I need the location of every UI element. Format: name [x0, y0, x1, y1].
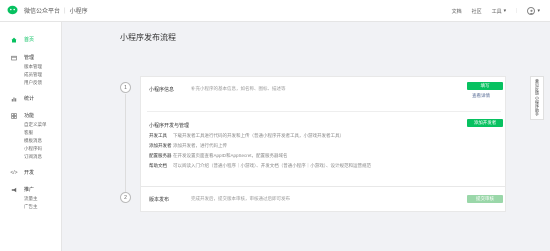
- dev-row-key: 开发工具: [149, 133, 167, 138]
- top-bar: 微信公众平台 | 小程序 文档 社区 工具 ▾ | ▾: [0, 0, 550, 22]
- step-connector: [125, 94, 126, 194]
- user-menu[interactable]: ▾: [527, 7, 540, 15]
- dev-row-key: 配置服务器: [149, 153, 172, 158]
- dev-row-value[interactable]: 可以阅读入门介绍（普通小程序｜小游戏）、开发文档（普通小程序｜小游戏）、设计规范…: [173, 163, 371, 169]
- promotion-icon: [10, 187, 18, 193]
- nav-tools-label: 工具: [491, 8, 502, 15]
- float-help-panel[interactable]: 意见反馈 小程序助手: [530, 76, 544, 120]
- sidebar-item-management[interactable]: 管理: [0, 52, 61, 63]
- fill-info-button[interactable]: 填写: [467, 82, 503, 90]
- nav-community[interactable]: 社区: [472, 8, 482, 15]
- main-content: 小程序发布流程 1 2 小程序信息 补充小程序的基本信息，如名称、图标、描述等 …: [98, 22, 528, 251]
- sidebar-subitem-publisher[interactable]: 流量主: [0, 195, 61, 203]
- sidebar-item-label: 统计: [24, 96, 35, 102]
- avatar-icon: [527, 7, 536, 15]
- brand-separator: |: [64, 7, 66, 14]
- view-details-link[interactable]: 查看详情: [472, 93, 490, 99]
- sidebar-subitem-feedback[interactable]: 用户反馈: [0, 79, 61, 87]
- sidebar-item-home[interactable]: 首页: [0, 34, 61, 45]
- stats-icon: [10, 96, 18, 102]
- dev-row-value[interactable]: 下载开发者工具进行代码的开发和上传（普通小程序开发者工具，小游戏开发者工具）: [173, 133, 344, 139]
- sidebar-subitem-template[interactable]: 模板消息: [0, 137, 61, 145]
- sidebar-item-label: 推广: [24, 187, 35, 193]
- chevron-down-icon: ▾: [503, 8, 507, 14]
- sidebar-item-develop[interactable]: </> 开发: [0, 167, 61, 178]
- function-icon: [10, 112, 18, 119]
- section-name: 小程序: [69, 9, 88, 15]
- step-card-info: 小程序信息 补充小程序的基本信息，如名称、图标、描述等 填写 查看详情 小程序开…: [140, 76, 506, 201]
- add-developer-button[interactable]: 添加开发者: [467, 119, 503, 127]
- dev-row-value[interactable]: 在开发设置页面查看AppID和AppSecret，配置服务器域名: [173, 153, 288, 159]
- dev-row-key: 帮助文档: [149, 163, 167, 168]
- dev-row: 帮助文档 可以阅读入门介绍（普通小程序｜小游戏）、开发文档（普通小程序｜小游戏）…: [149, 163, 371, 169]
- sidebar-item-functions[interactable]: 功能: [0, 110, 61, 121]
- sidebar-subitem-members[interactable]: 成员管理: [0, 71, 61, 79]
- sidebar-subitem-qrcode[interactable]: 小程序码: [0, 145, 61, 153]
- dev-row: 添加开发者 添加开发者，进行代码上传: [149, 143, 227, 149]
- sidebar-subitem-version[interactable]: 版本管理: [0, 63, 61, 71]
- sidebar-item-label: 开发: [24, 170, 35, 176]
- step-label: 小程序信息: [149, 87, 175, 93]
- dev-section-title: 小程序开发与管理: [149, 123, 190, 129]
- sidebar-subitem-subscribe[interactable]: 订阅消息: [0, 153, 61, 161]
- folder-icon: [10, 55, 18, 61]
- divider: |: [516, 8, 518, 14]
- nav-docs[interactable]: 文档: [452, 8, 462, 15]
- sidebar-item-label: 首页: [24, 37, 35, 43]
- step-card-release: 版本发布 完成开发后，提交版本审核，审核通过后即可发布 提交审核: [140, 186, 506, 212]
- nav-tools[interactable]: 工具 ▾: [492, 8, 507, 15]
- sidebar-item-label: 功能: [24, 113, 35, 119]
- page-title: 小程序发布流程: [120, 33, 176, 42]
- wechat-logo-icon[interactable]: [6, 5, 18, 17]
- step-description: 完成开发后，提交版本审核，审核通过后即可发布: [191, 196, 290, 201]
- step-label: 版本发布: [149, 197, 170, 203]
- submit-review-button[interactable]: 提交审核: [467, 195, 503, 203]
- sidebar-item-promotion[interactable]: 推广: [0, 184, 61, 195]
- code-icon: </>: [10, 169, 18, 176]
- step-number-2: 2: [120, 192, 131, 203]
- step-description: 补充小程序的基本信息，如名称、图标、描述等: [191, 86, 286, 91]
- step-number-1: 1: [120, 82, 131, 93]
- sidebar-subitem-service[interactable]: 客服: [0, 129, 61, 137]
- sidebar-subitem-menu[interactable]: 自定义菜单: [0, 121, 61, 129]
- dev-row-value[interactable]: 添加开发者，进行代码上传: [173, 143, 227, 149]
- sidebar-item-label: 管理: [24, 55, 35, 61]
- dev-row: 开发工具 下载开发者工具进行代码的开发和上传（普通小程序开发者工具，小游戏开发者…: [149, 133, 344, 139]
- home-icon: [10, 37, 18, 43]
- divider: [147, 111, 501, 112]
- sidebar: 首页 管理 版本管理 成员管理 用户反馈 统计 功能 自定义菜单 客服 模板消息…: [0, 22, 62, 251]
- brand: 微信公众平台 | 小程序: [24, 6, 88, 16]
- sidebar-subitem-advertiser[interactable]: 广告主: [0, 203, 61, 211]
- sidebar-item-stats[interactable]: 统计: [0, 93, 61, 104]
- dev-row-key: 添加开发者: [149, 143, 172, 148]
- chevron-down-icon: ▾: [537, 8, 540, 14]
- brand-name[interactable]: 微信公众平台: [24, 6, 60, 15]
- top-nav: 文档 社区 工具 ▾ | ▾: [452, 0, 540, 22]
- dev-row: 配置服务器 在开发设置页面查看AppID和AppSecret，配置服务器域名: [149, 153, 288, 159]
